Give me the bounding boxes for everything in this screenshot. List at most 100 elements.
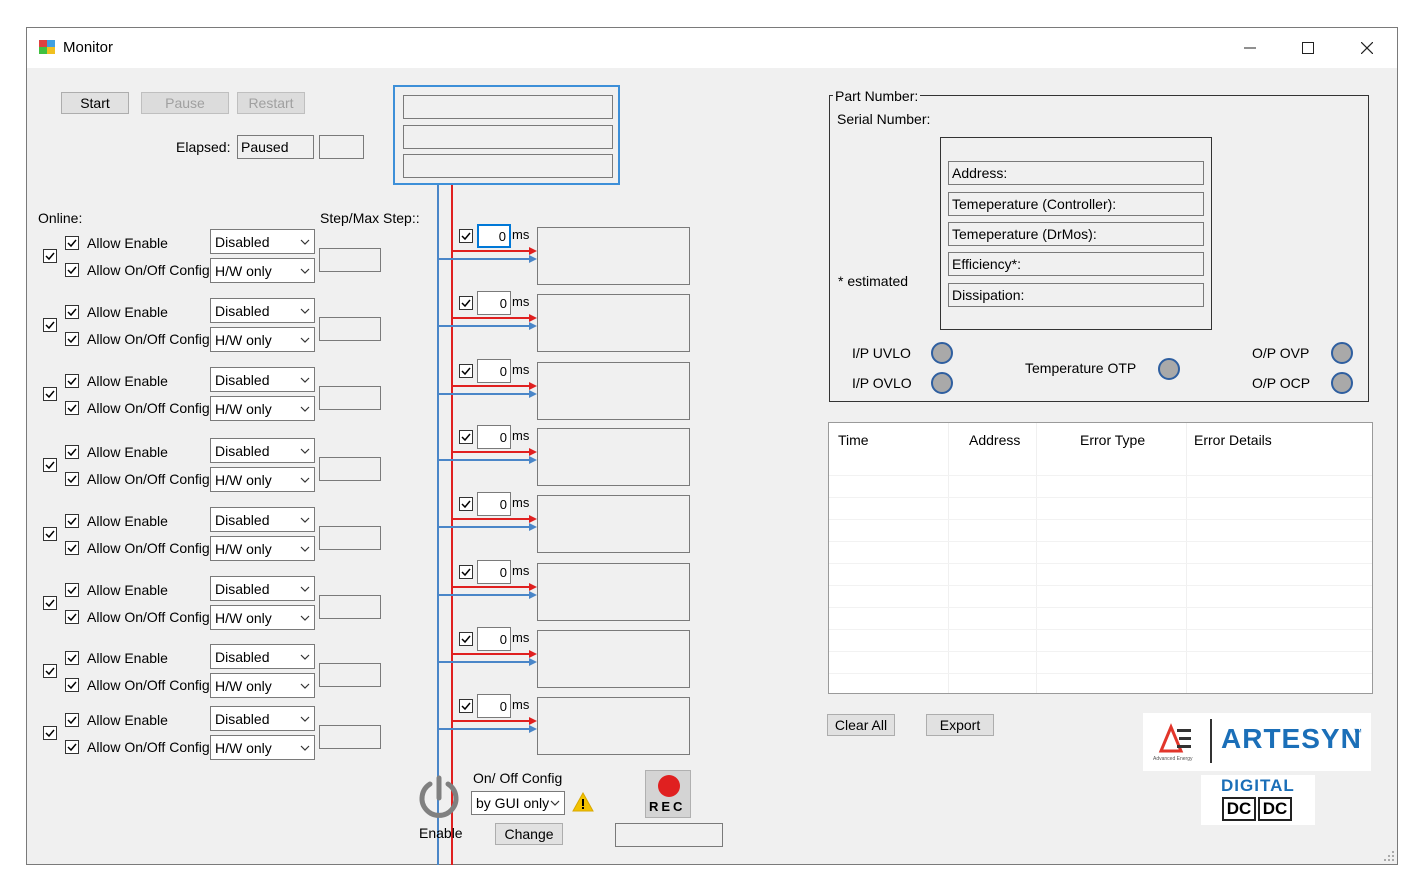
delay-input[interactable]: 0 xyxy=(477,291,511,315)
allow-enable-select[interactable]: Disabled xyxy=(210,229,315,254)
allow-onoff-checkbox[interactable] xyxy=(65,263,79,277)
allow-onoff-select[interactable]: H/W only xyxy=(210,605,315,630)
ip-uvlo-label: I/P UVLO xyxy=(852,345,911,361)
ae-logo-icon xyxy=(1158,723,1191,753)
errors-table[interactable]: Time Address Error Type Error Details xyxy=(828,422,1373,694)
online-checkbox[interactable] xyxy=(43,596,57,610)
allow-enable-checkbox[interactable] xyxy=(65,445,79,459)
blue-branch-line xyxy=(439,325,533,327)
op-ovp-led xyxy=(1331,342,1353,364)
blue-branch-line xyxy=(439,393,533,395)
allow-enable-checkbox[interactable] xyxy=(65,514,79,528)
clear-all-button[interactable]: Clear All xyxy=(827,714,895,736)
allow-onoff-select[interactable]: H/W only xyxy=(210,327,315,352)
ip-ovlo-label: I/P OVLO xyxy=(852,375,912,391)
blue-arrow-icon xyxy=(529,658,537,666)
delay-input[interactable]: 0 xyxy=(477,627,511,651)
sequence-checkbox[interactable] xyxy=(459,497,473,511)
close-button[interactable] xyxy=(1338,28,1396,68)
checkmark-icon xyxy=(461,433,471,442)
rec-button[interactable]: REC xyxy=(645,770,691,818)
step-max-box xyxy=(319,386,381,410)
sequence-checkbox[interactable] xyxy=(459,699,473,713)
sequence-checkbox[interactable] xyxy=(459,430,473,444)
artesyn-name: ARTESYN xyxy=(1221,723,1362,754)
allow-onoff-checkbox[interactable] xyxy=(65,610,79,624)
allow-onoff-checkbox[interactable] xyxy=(65,332,79,346)
allow-enable-checkbox[interactable] xyxy=(65,713,79,727)
allow-onoff-label: Allow On/Off Config xyxy=(87,677,210,693)
allow-enable-checkbox[interactable] xyxy=(65,651,79,665)
minimize-button[interactable] xyxy=(1221,28,1279,68)
delay-value: 0 xyxy=(499,363,507,379)
power-icon[interactable] xyxy=(416,774,462,820)
allow-enable-select[interactable]: Disabled xyxy=(210,644,315,669)
delay-input[interactable]: 0 xyxy=(477,694,511,718)
chevron-down-icon xyxy=(300,337,310,343)
col-error-type[interactable]: Error Type xyxy=(1080,432,1145,448)
allow-onoff-checkbox[interactable] xyxy=(65,740,79,754)
red-branch-line xyxy=(453,451,533,453)
online-checkbox[interactable] xyxy=(43,527,57,541)
pause-button[interactable]: Pause xyxy=(141,92,229,114)
col-time[interactable]: Time xyxy=(838,432,869,448)
allow-enable-select[interactable]: Disabled xyxy=(210,367,315,392)
allow-enable-checkbox[interactable] xyxy=(65,374,79,388)
online-checkbox[interactable] xyxy=(43,458,57,472)
close-icon xyxy=(1361,42,1373,54)
col-error-details[interactable]: Error Details xyxy=(1194,432,1272,448)
start-button[interactable]: Start xyxy=(61,92,129,114)
online-checkbox[interactable] xyxy=(43,387,57,401)
allow-enable-checkbox[interactable] xyxy=(65,305,79,319)
checkmark-icon xyxy=(461,500,471,509)
sequence-checkbox[interactable] xyxy=(459,565,473,579)
allow-onoff-checkbox[interactable] xyxy=(65,401,79,415)
col-divider xyxy=(1186,423,1187,693)
allow-onoff-select[interactable]: H/W only xyxy=(210,258,315,283)
red-arrow-icon xyxy=(529,515,537,523)
allow-onoff-checkbox[interactable] xyxy=(65,678,79,692)
allow-onoff-select[interactable]: H/W only xyxy=(210,536,315,561)
delay-input[interactable]: 0 xyxy=(477,492,511,516)
sequence-checkbox[interactable] xyxy=(459,364,473,378)
allow-onoff-select[interactable]: H/W only xyxy=(210,467,315,492)
resize-grip-icon[interactable] xyxy=(1383,850,1395,862)
delay-input[interactable]: 0 xyxy=(477,224,511,248)
allow-onoff-checkbox[interactable] xyxy=(65,472,79,486)
delay-input[interactable]: 0 xyxy=(477,359,511,383)
sequence-checkbox[interactable] xyxy=(459,296,473,310)
step-max-box xyxy=(319,595,381,619)
restart-button[interactable]: Restart xyxy=(237,92,305,114)
checkmark-icon xyxy=(67,239,77,248)
delay-input[interactable]: 0 xyxy=(477,425,511,449)
col-address[interactable]: Address xyxy=(969,432,1020,448)
allow-enable-select[interactable]: Disabled xyxy=(210,507,315,532)
online-checkbox[interactable] xyxy=(43,249,57,263)
allow-enable-checkbox[interactable] xyxy=(65,236,79,250)
allow-enable-select[interactable]: Disabled xyxy=(210,706,315,731)
delay-input[interactable]: 0 xyxy=(477,560,511,584)
sequence-checkbox[interactable] xyxy=(459,632,473,646)
op-ocp-led xyxy=(1331,372,1353,394)
allow-onoff-checkbox[interactable] xyxy=(65,541,79,555)
red-rail xyxy=(451,185,453,865)
delay-unit-label: ms xyxy=(512,563,530,578)
allow-enable-checkbox[interactable] xyxy=(65,583,79,597)
maximize-button[interactable] xyxy=(1279,28,1337,68)
onoff-config-select[interactable]: by GUI only xyxy=(471,791,565,815)
allow-enable-select[interactable]: Disabled xyxy=(210,438,315,463)
online-checkbox[interactable] xyxy=(43,318,57,332)
allow-onoff-select[interactable]: H/W only xyxy=(210,396,315,421)
online-checkbox[interactable] xyxy=(43,726,57,740)
temp-controller-field: Temeperature (Controller): xyxy=(948,192,1204,216)
row-divider xyxy=(829,651,1372,652)
allow-enable-value: Disabled xyxy=(215,233,270,250)
allow-enable-select[interactable]: Disabled xyxy=(210,576,315,601)
sequence-checkbox[interactable] xyxy=(459,229,473,243)
change-button[interactable]: Change xyxy=(495,823,563,845)
allow-enable-select[interactable]: Disabled xyxy=(210,298,315,323)
online-checkbox[interactable] xyxy=(43,664,57,678)
allow-onoff-select[interactable]: H/W only xyxy=(210,735,315,760)
allow-onoff-select[interactable]: H/W only xyxy=(210,673,315,698)
export-button[interactable]: Export xyxy=(926,714,994,736)
